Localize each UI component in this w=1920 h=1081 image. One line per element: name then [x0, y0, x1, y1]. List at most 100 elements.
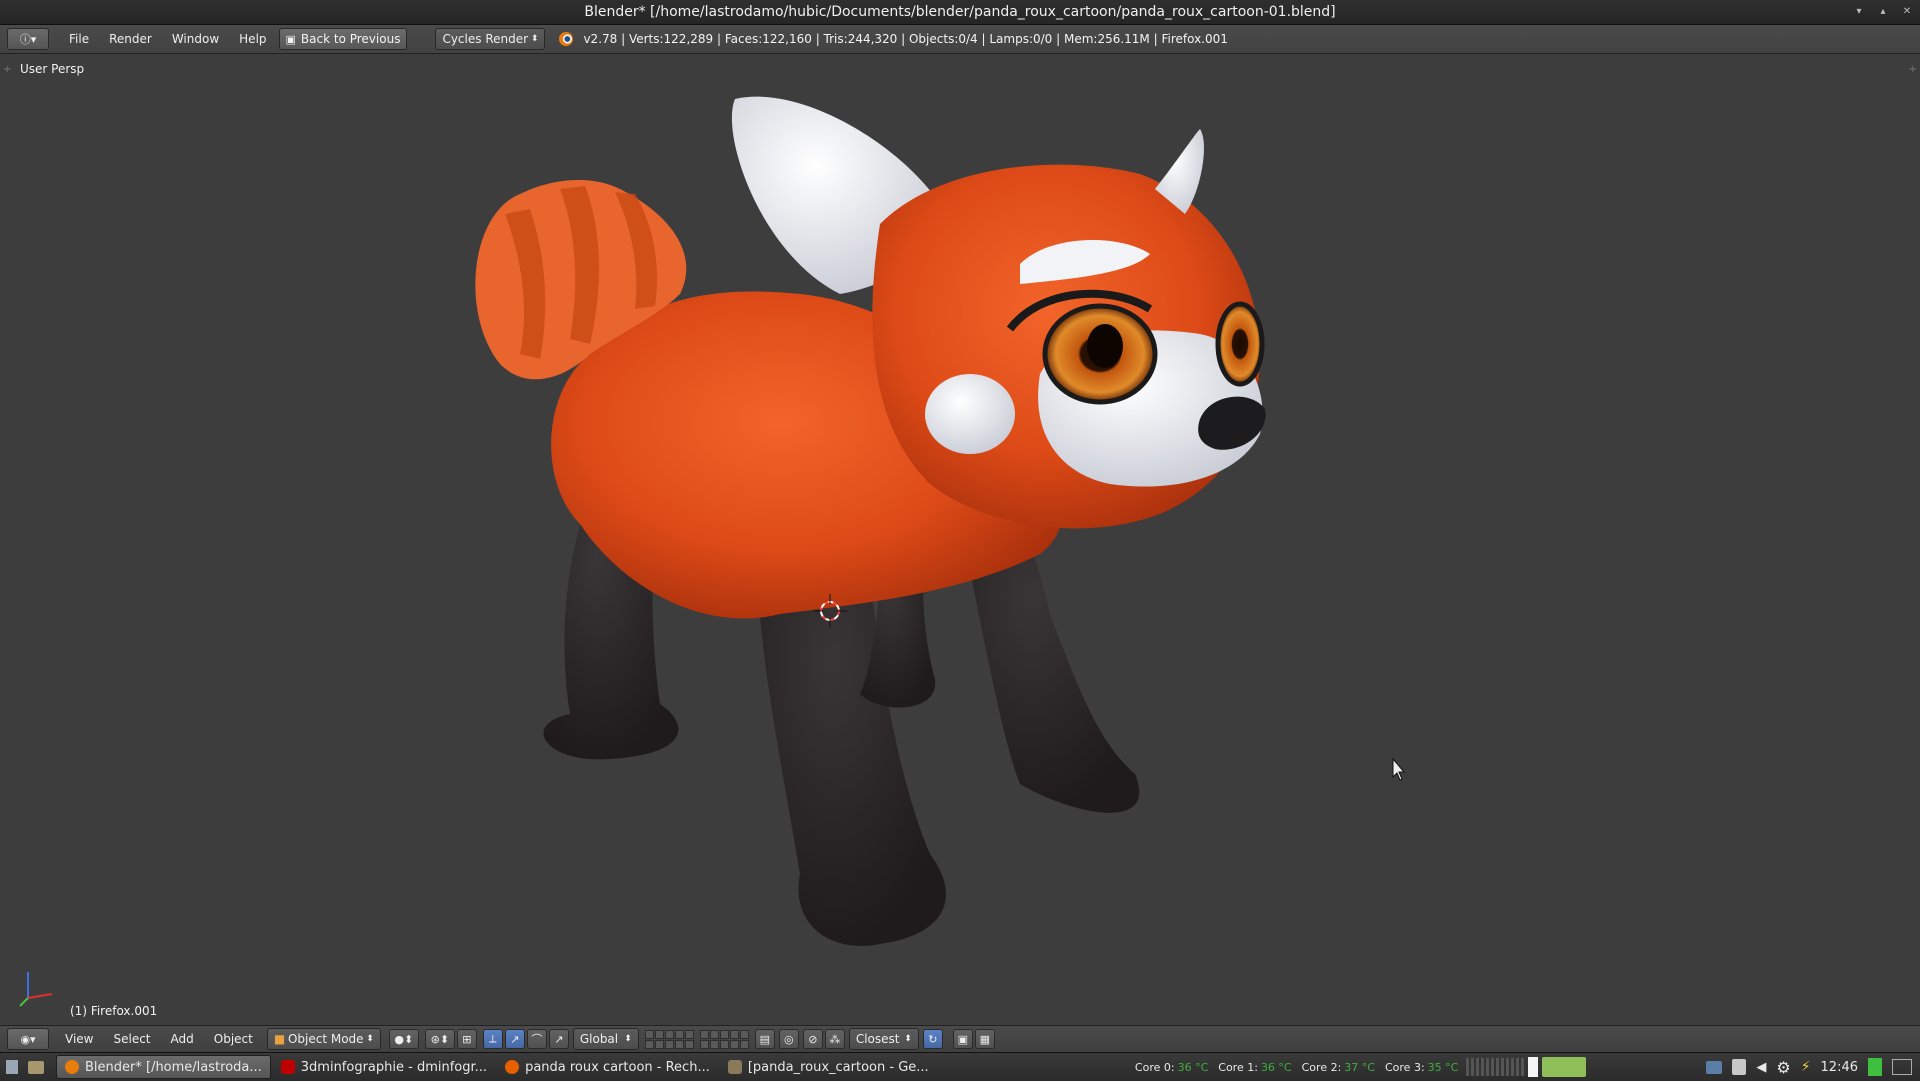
- 3d-editor-type-button[interactable]: ◉▾: [7, 1028, 49, 1050]
- menu-select[interactable]: Select: [103, 1029, 160, 1049]
- opengl-render-button[interactable]: ▣: [952, 1029, 973, 1049]
- proportional-icon: ◎: [784, 1032, 794, 1046]
- updown-arrows-icon: ⬍: [366, 1034, 374, 1044]
- snap-toggle-button[interactable]: ⊘: [802, 1029, 823, 1049]
- snap-target-dropdown[interactable]: Closest ⬍: [848, 1028, 919, 1050]
- settings-gear-icon[interactable]: ⚙: [1776, 1058, 1790, 1077]
- info-icon: ⓘ▾: [19, 33, 37, 46]
- power-icon[interactable]: ⚡: [1801, 1059, 1811, 1075]
- pivot-point-button[interactable]: ⊛⬍: [424, 1029, 455, 1049]
- viewport-shading-button[interactable]: ●⬍: [388, 1029, 419, 1049]
- tray-blender-icon[interactable]: [1542, 1057, 1587, 1077]
- editor-type-button[interactable]: ⓘ▾: [7, 28, 49, 50]
- user-icon[interactable]: [1868, 1058, 1882, 1076]
- task-firefox[interactable]: panda roux cartoon - Rech...: [497, 1056, 718, 1078]
- menu-help[interactable]: Help: [229, 29, 276, 49]
- info-header: ⓘ▾ File Render Window Help ▣ Back to Pre…: [0, 25, 1920, 54]
- magnet-icon: ⊘: [808, 1032, 818, 1046]
- menu-view[interactable]: View: [55, 1029, 103, 1049]
- menu-window[interactable]: Window: [162, 29, 229, 49]
- screen-icon: ▣: [285, 32, 296, 46]
- snap-element-button[interactable]: ⁂: [824, 1029, 845, 1049]
- transform-orientation-dropdown[interactable]: Global ⬍: [572, 1028, 639, 1050]
- folder-icon: [727, 1060, 742, 1074]
- network-icon[interactable]: [1706, 1060, 1723, 1074]
- manipulator-rotate-button[interactable]: ↗: [504, 1029, 525, 1049]
- render-engine-label: Cycles Render: [442, 32, 529, 46]
- menu-object[interactable]: Object: [204, 1029, 263, 1049]
- core-2: Core 2: 37 °C: [1301, 1060, 1375, 1074]
- layers-lock-icon: ▤: [759, 1032, 771, 1046]
- updown-arrows-icon: ⬍: [624, 1034, 632, 1044]
- right-eye: [1215, 301, 1265, 387]
- window-list-icon[interactable]: [1892, 1059, 1912, 1075]
- task-blender[interactable]: Blender* [/home/lastroda...: [56, 1055, 271, 1079]
- back-to-previous-label: Back to Previous: [300, 32, 401, 46]
- 3d-view-icon: ◉▾: [20, 1032, 36, 1046]
- camera-icon: ▣: [957, 1032, 969, 1046]
- grid-icon: ⊞: [462, 1032, 472, 1046]
- 3d-view-header: ◉▾ View Select Add Object ■ Object Mode …: [0, 1025, 1920, 1052]
- orientation-label: Global: [579, 1032, 619, 1046]
- window-title: Blender* [/home/lastrodamo/hubic/Documen…: [584, 4, 1336, 20]
- clipboard-icon[interactable]: [1732, 1059, 1747, 1075]
- opengl-anim-button[interactable]: ▦: [974, 1029, 995, 1049]
- task-folder[interactable]: [panda_roux_cartoon - Ge...: [720, 1056, 937, 1078]
- cpu-graph-bar: [1528, 1057, 1539, 1077]
- window-titlebar: Blender* [/home/lastrodamo/hubic/Documen…: [0, 0, 1920, 25]
- blender-logo-icon: [559, 32, 574, 46]
- manipulator-toggle-button[interactable]: ⊞: [456, 1029, 477, 1049]
- clock[interactable]: 12:46: [1821, 1060, 1858, 1075]
- proportional-edit-button[interactable]: ◎: [778, 1029, 799, 1049]
- firefox-icon: [505, 1060, 520, 1074]
- left-eye-pupil: [1087, 324, 1123, 368]
- minimize-icon[interactable]: ▾: [1852, 5, 1866, 19]
- align-rotation-button[interactable]: ↻: [922, 1029, 943, 1049]
- menu-add[interactable]: Add: [161, 1029, 204, 1049]
- close-icon[interactable]: ✕: [1900, 5, 1914, 19]
- blender-icon: [65, 1060, 79, 1074]
- task-filezilla-label: 3dminfographie - dminfogr...: [300, 1059, 488, 1075]
- maximize-icon[interactable]: ▴: [1876, 5, 1890, 19]
- sphere-icon: ●⬍: [394, 1032, 414, 1046]
- file-manager-icon[interactable]: [28, 1060, 44, 1074]
- back-to-previous-button[interactable]: ▣ Back to Previous: [278, 28, 408, 50]
- mode-label: Object Mode: [287, 1032, 364, 1046]
- 3d-viewport[interactable]: + + User Persp (1) Firefox.001: [0, 54, 1920, 1024]
- manipulator-scale-button[interactable]: ⌒: [526, 1029, 547, 1049]
- manipulator-translate-button[interactable]: ⟂: [482, 1029, 503, 1049]
- align-icon: ↻: [928, 1032, 938, 1046]
- scene-layers-group-2[interactable]: [699, 1029, 749, 1049]
- pivot-icon: ⊛⬍: [430, 1032, 450, 1046]
- mode-dropdown[interactable]: ■ Object Mode ⬍: [266, 1028, 381, 1050]
- updown-arrows-icon: ⬍: [530, 34, 539, 44]
- volume-icon[interactable]: ◀: [1756, 1060, 1766, 1075]
- core-1: Core 1: 36 °C: [1218, 1060, 1292, 1074]
- cpu-graph: [1466, 1058, 1527, 1076]
- manipulator-extra-button[interactable]: ↗: [548, 1029, 569, 1049]
- core-0: Core 0: 36 °C: [1134, 1060, 1209, 1074]
- updown-arrows-icon: ⬍: [904, 1034, 912, 1044]
- task-folder-label: [panda_roux_cartoon - Ge...: [747, 1059, 929, 1075]
- mouse-cursor-icon: [1392, 757, 1406, 781]
- curve-icon: ⌒: [531, 1033, 543, 1046]
- show-desktop-icon[interactable]: [6, 1060, 18, 1074]
- film-icon: ▦: [979, 1032, 991, 1046]
- rotate-icon: ↗: [510, 1032, 520, 1046]
- render-engine-dropdown[interactable]: Cycles Render ⬍: [435, 28, 546, 50]
- scene-stats: v2.78 | Verts:122,289 | Faces:122,160 | …: [583, 32, 1228, 46]
- object-mode-icon: ■: [273, 1032, 286, 1046]
- arrow-icon: ⟂: [489, 1032, 497, 1045]
- task-blender-label: Blender* [/home/lastroda...: [85, 1059, 262, 1075]
- active-object-label: (1) Firefox.001: [70, 1004, 158, 1018]
- red-panda-model[interactable]: [0, 54, 1920, 1024]
- scene-layers-group-1[interactable]: [644, 1029, 694, 1049]
- core-3: Core 3: 35 °C: [1384, 1060, 1459, 1074]
- menu-render[interactable]: Render: [99, 29, 162, 49]
- cheek-patch: [925, 374, 1015, 454]
- snap-element-icon: ⁂: [829, 1032, 841, 1046]
- task-filezilla[interactable]: 3dminfographie - dminfogr...: [273, 1056, 495, 1078]
- menu-file[interactable]: File: [59, 29, 99, 49]
- lock-layers-button[interactable]: ▤: [754, 1029, 775, 1049]
- cpu-temps: Core 0: 36 °C Core 1: 36 °C Core 2: 37 °C C…: [1125, 1057, 1587, 1077]
